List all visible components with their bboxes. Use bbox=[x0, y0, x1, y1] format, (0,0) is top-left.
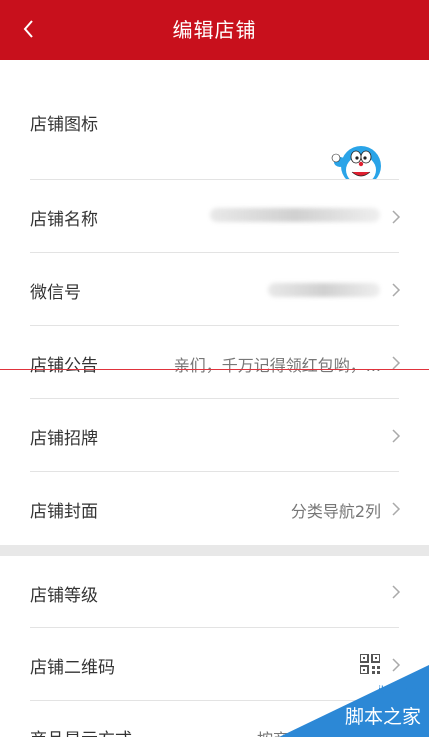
store-icon-label: 店铺图标 bbox=[30, 115, 98, 135]
chevron-right-icon bbox=[392, 585, 401, 599]
store-notice-value: 亲们，千万记得领红包哟，... bbox=[173, 356, 381, 375]
chevron-right-icon bbox=[392, 283, 401, 297]
watermark-text: 脚本之家 bbox=[344, 706, 421, 728]
watermark-url: jb51.net bbox=[378, 683, 421, 697]
store-cover-label: 店铺封面 bbox=[30, 502, 98, 522]
section-separator bbox=[0, 545, 429, 556]
store-name-label: 店铺名称 bbox=[30, 210, 98, 230]
wechat-row[interactable]: 微信号 bbox=[0, 253, 429, 325]
store-signboard-row[interactable]: 店铺招牌 bbox=[0, 399, 429, 471]
blurred-store-name bbox=[210, 208, 380, 222]
chevron-right-icon bbox=[392, 502, 401, 516]
store-notice-label: 店铺公告 bbox=[30, 356, 98, 376]
red-guide-line bbox=[0, 369, 429, 370]
store-cover-value: 分类导航2列 bbox=[290, 502, 381, 521]
wechat-label: 微信号 bbox=[30, 283, 81, 303]
watermark: jb51.net 脚本之家 bbox=[279, 665, 429, 737]
store-level-row[interactable]: 店铺等级 bbox=[0, 556, 429, 627]
store-notice-row[interactable]: 店铺公告 亲们，千万记得领红包哟，... bbox=[0, 326, 429, 398]
blurred-wechat-id bbox=[268, 283, 380, 297]
store-level-label: 店铺等级 bbox=[30, 586, 98, 606]
store-icon-row[interactable]: 店铺图标 bbox=[0, 60, 429, 216]
store-cover-row[interactable]: 店铺封面 分类导航2列 bbox=[0, 472, 429, 545]
store-qrcode-label: 店铺二维码 bbox=[30, 658, 115, 678]
store-signboard-label: 店铺招牌 bbox=[30, 429, 98, 449]
page-title: 编辑店铺 bbox=[172, 18, 257, 42]
chevron-right-icon bbox=[392, 356, 401, 370]
chevron-right-icon bbox=[392, 429, 401, 443]
top-bar: 编辑店铺 bbox=[0, 0, 429, 60]
chevron-right-icon bbox=[392, 210, 401, 224]
product-display-label: 商品显示方式 bbox=[30, 725, 132, 737]
store-name-row[interactable]: 店铺名称 bbox=[0, 180, 429, 252]
